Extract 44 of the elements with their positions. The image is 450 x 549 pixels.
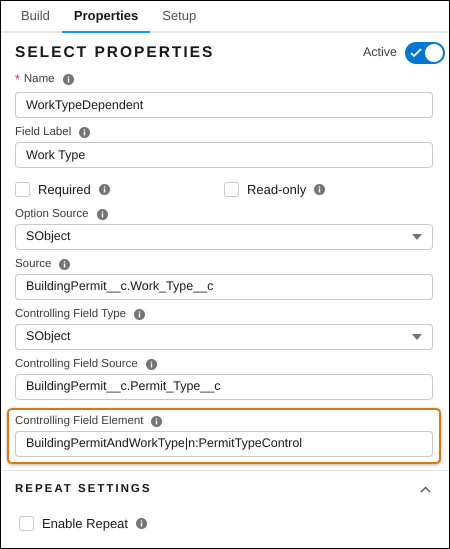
section-title: REPEAT SETTINGS [15, 482, 152, 496]
tab[interactable]: Build [9, 1, 62, 33]
toggle-label: Active [362, 44, 397, 62]
check-icon [410, 48, 422, 58]
select-field[interactable]: SObject [15, 324, 433, 350]
select-value: SObject [26, 228, 70, 246]
active-toggle[interactable] [405, 42, 445, 64]
input-field[interactable]: BuildingPermitAndWorkType|n:PermitTypeControl [15, 430, 433, 456]
info-icon[interactable] [96, 208, 108, 220]
field-label: Option Source [15, 208, 89, 220]
field-label: Source [15, 258, 52, 270]
tab[interactable]: Setup [150, 1, 208, 33]
info-icon[interactable] [59, 258, 70, 270]
input-field[interactable]: BuildingPermit__c.Work_Type__c [15, 274, 433, 300]
input-field[interactable]: BuildingPermit__c.Permit_Type__c [15, 374, 433, 400]
info-icon[interactable] [136, 518, 148, 529]
info-icon[interactable] [62, 74, 74, 86]
info-icon[interactable] [314, 184, 326, 196]
caret-icon [412, 334, 422, 340]
info-icon[interactable] [79, 127, 90, 138]
checkbox[interactable] [15, 182, 30, 198]
checkbox-label: Required [38, 181, 91, 199]
required-asterisk: * [15, 71, 20, 88]
field-label: Field Label [15, 126, 72, 139]
tab[interactable]: Properties [62, 1, 150, 33]
field-label: Name [24, 73, 55, 86]
input-field[interactable]: WorkTypeDependent [15, 92, 433, 118]
select-value: SObject [26, 328, 70, 346]
field-label: Controlling Field Type [15, 308, 126, 320]
select-field[interactable]: SObject [15, 224, 433, 250]
info-icon[interactable] [151, 416, 162, 426]
checkbox-label: Read-only [247, 181, 306, 199]
section-title: SELECT PROPERTIES [15, 43, 214, 63]
info-icon[interactable] [146, 358, 157, 370]
info-icon[interactable] [98, 184, 110, 196]
field-label: Controlling Field Element [15, 414, 144, 428]
info-icon[interactable] [134, 308, 146, 320]
chevron-icon[interactable] [420, 486, 431, 493]
checkbox[interactable] [19, 516, 34, 531]
caret-icon [412, 234, 422, 240]
checkbox[interactable] [224, 182, 239, 198]
field-label: Controlling Field Source [15, 358, 138, 370]
checkbox-label: Enable Repeat [42, 514, 128, 533]
input-field[interactable]: Work Type [15, 142, 433, 168]
